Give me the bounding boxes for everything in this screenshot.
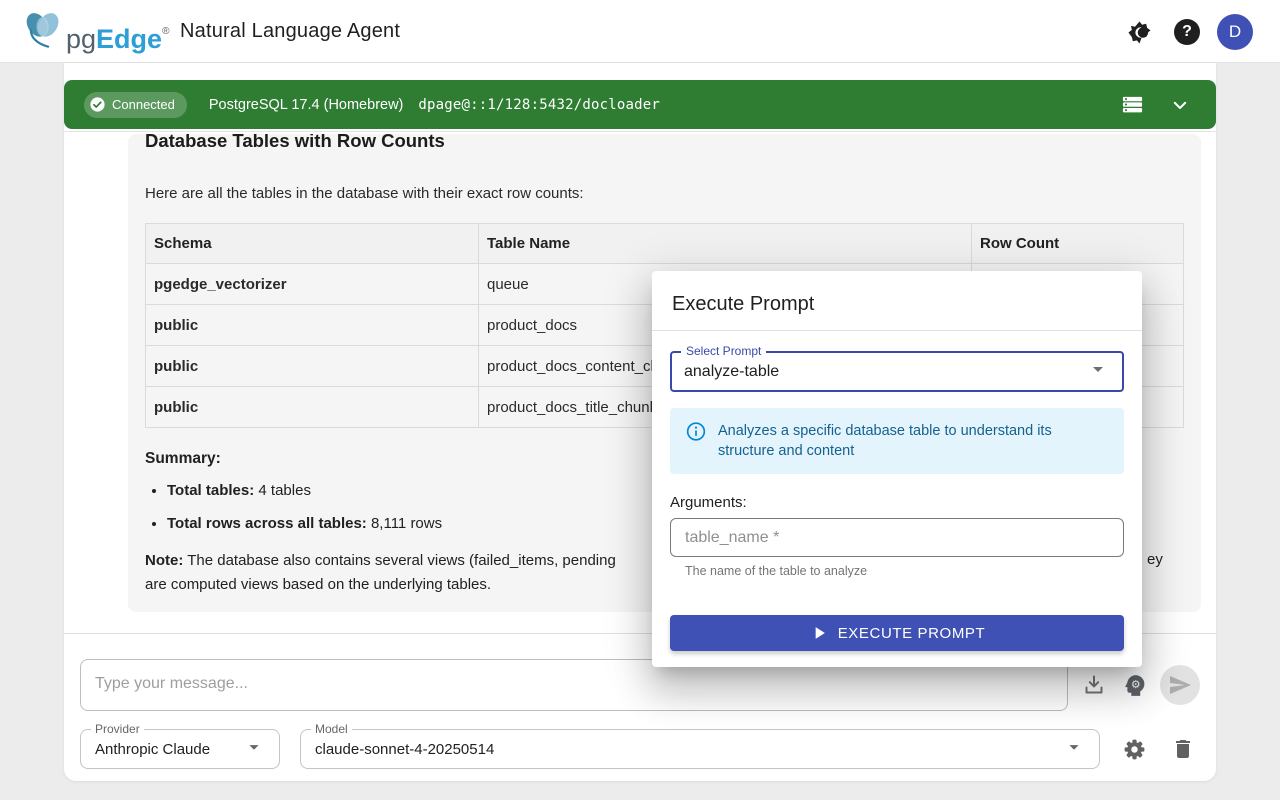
model-label: Model bbox=[311, 722, 352, 736]
user-avatar[interactable]: D bbox=[1217, 14, 1253, 50]
cell-schema: public bbox=[146, 346, 479, 387]
app-bar: pgEdge® Natural Language Agent ? D bbox=[0, 0, 1280, 63]
dialog-title: Execute Prompt bbox=[652, 271, 1142, 330]
pgedge-logo bbox=[22, 11, 64, 51]
server-version-label: PostgreSQL 17.4 (Homebrew) bbox=[209, 97, 404, 113]
info-icon bbox=[686, 421, 706, 442]
header-row-count: Row Count bbox=[972, 224, 1184, 264]
cell-schema: public bbox=[146, 387, 479, 428]
gear-icon bbox=[1122, 737, 1147, 762]
settings-button[interactable] bbox=[1118, 733, 1150, 765]
header-schema: Schema bbox=[146, 224, 479, 264]
bullet-label: Total tables: bbox=[167, 482, 254, 499]
brand-pg: pg bbox=[66, 24, 96, 54]
brand-text: pgEdge® bbox=[66, 14, 169, 57]
execute-button-label: EXECUTE PROMPT bbox=[838, 625, 986, 642]
model-value: claude-sonnet-4-20250514 bbox=[315, 741, 494, 758]
provider-label: Provider bbox=[91, 722, 144, 736]
send-icon bbox=[1168, 673, 1192, 697]
page: pgEdge® Natural Language Agent ? D Conne… bbox=[0, 0, 1280, 800]
message-intro: Here are all the tables in the database … bbox=[145, 184, 1183, 204]
arrow-drop-down-icon bbox=[243, 736, 265, 763]
execute-prompt-button[interactable]: EXECUTE PROMPT bbox=[670, 615, 1124, 651]
help-icon: ? bbox=[1174, 19, 1200, 45]
message-heading: Database Tables with Row Counts bbox=[145, 134, 1183, 154]
download-button[interactable] bbox=[1078, 669, 1110, 701]
collapse-connection-button[interactable] bbox=[1166, 91, 1194, 119]
chevron-down-icon bbox=[1171, 96, 1189, 114]
connection-bar: Connected PostgreSQL 17.4 (Homebrew) dpa… bbox=[64, 80, 1216, 129]
dark-mode-icon bbox=[1127, 20, 1152, 45]
send-button[interactable] bbox=[1160, 665, 1200, 705]
provider-value: Anthropic Claude bbox=[95, 741, 210, 758]
note-label: Note: bbox=[145, 552, 183, 569]
reasoning-toggle-button[interactable]: ⚙ bbox=[1119, 669, 1151, 701]
input-helper-text: The name of the table to analyze bbox=[685, 564, 1124, 578]
execute-prompt-dialog: Execute Prompt Select Prompt analyze-tab… bbox=[652, 271, 1142, 667]
trash-icon bbox=[1171, 737, 1195, 761]
prompt-description-alert: Analyzes a specific database table to un… bbox=[670, 408, 1124, 474]
brand-registered-mark: ® bbox=[162, 26, 169, 37]
connections-list-button[interactable] bbox=[1118, 91, 1146, 119]
prompt-select-label: Select Prompt bbox=[681, 344, 766, 358]
prompt-description: Analyzes a specific database table to un… bbox=[718, 421, 1110, 461]
arrow-drop-down-icon bbox=[1086, 357, 1110, 386]
table-header-row: Schema Table Name Row Count bbox=[146, 224, 1184, 264]
provider-select[interactable]: Provider Anthropic Claude bbox=[80, 729, 280, 769]
cell-schema: public bbox=[146, 305, 479, 346]
check-circle-icon bbox=[89, 96, 106, 113]
cell-schema: pgedge_vectorizer bbox=[146, 264, 479, 305]
header-table-name: Table Name bbox=[479, 224, 972, 264]
theme-toggle-button[interactable] bbox=[1124, 17, 1154, 47]
bullet-value: 4 tables bbox=[254, 482, 311, 499]
download-icon bbox=[1082, 673, 1106, 697]
delete-conversation-button[interactable] bbox=[1167, 733, 1199, 765]
arguments-label: Arguments: bbox=[670, 494, 1124, 512]
svg-text:⚙: ⚙ bbox=[1130, 678, 1140, 691]
connection-string: dpage@::1/128:5432/docloader bbox=[418, 97, 660, 113]
play-arrow-icon bbox=[809, 623, 829, 643]
note-line1: The database also contains several views… bbox=[183, 552, 615, 569]
note-line1-tail: ey bbox=[1147, 548, 1163, 572]
prompt-select[interactable]: Select Prompt analyze-table bbox=[670, 351, 1124, 392]
brand-edge: Edge bbox=[96, 24, 162, 54]
bullet-label: Total rows across all tables: bbox=[167, 515, 367, 532]
model-select[interactable]: Model claude-sonnet-4-20250514 bbox=[300, 729, 1100, 769]
status-badge: Connected bbox=[84, 92, 187, 118]
storage-icon bbox=[1121, 93, 1144, 116]
dialog-body: Select Prompt analyze-table Analyzes a s… bbox=[652, 331, 1142, 651]
table-name-input[interactable] bbox=[670, 518, 1124, 557]
help-button[interactable]: ? bbox=[1172, 17, 1202, 47]
bullet-value: 8,111 rows bbox=[367, 515, 442, 532]
status-label: Connected bbox=[112, 97, 175, 112]
prompt-select-value: analyze-table bbox=[684, 363, 779, 381]
psychology-icon: ⚙ bbox=[1123, 673, 1148, 698]
page-title: Natural Language Agent bbox=[180, 20, 400, 43]
arrow-drop-down-icon bbox=[1063, 736, 1085, 763]
